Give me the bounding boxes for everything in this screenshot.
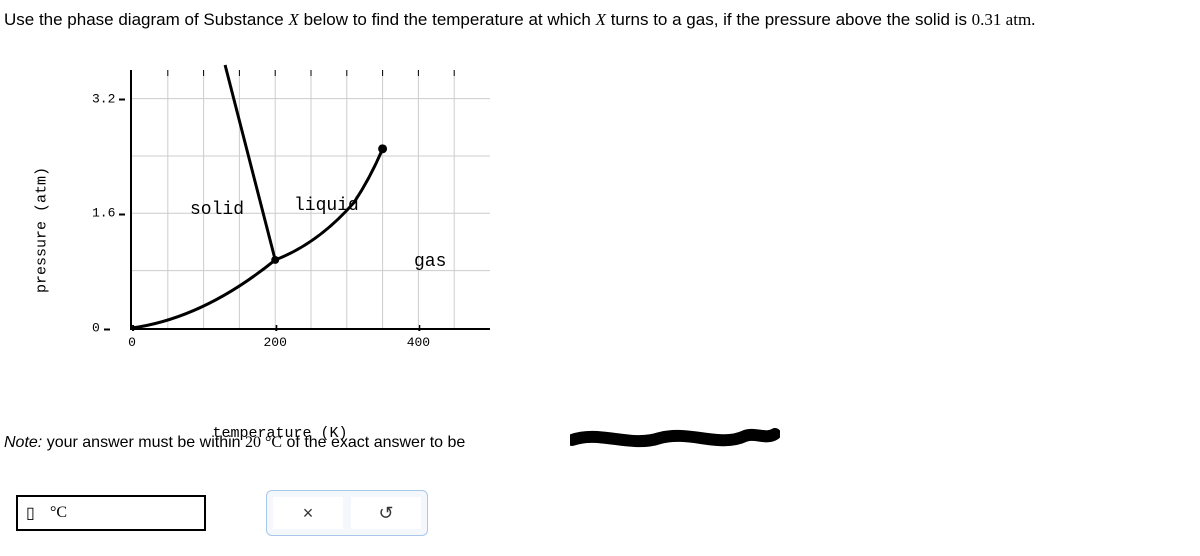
note-before: your answer must be within	[42, 434, 245, 451]
clear-button[interactable]: ×	[273, 497, 343, 529]
region-gas: gas	[414, 252, 446, 272]
answer-row: °C × ↺	[16, 490, 428, 536]
note-text: Note: your answer must be within 20 °C o…	[4, 434, 465, 452]
undo-icon: ↺	[378, 503, 393, 524]
xtick-1: 200	[263, 335, 286, 350]
button-group: × ↺	[266, 490, 428, 536]
q-var2: X	[596, 10, 606, 29]
note-after: of the exact answer to be	[282, 434, 465, 451]
answer-box: °C	[16, 495, 206, 531]
region-liquid: liquid	[294, 196, 359, 216]
xtick-0: 0	[128, 335, 136, 350]
q-unit: atm.	[1001, 10, 1035, 29]
note-tol-unit: °C	[261, 434, 282, 451]
q-var1: X	[288, 10, 298, 29]
phase-diagram: pressure (atm) 0 1.6 3.2 0 200 400	[60, 60, 500, 400]
answer-unit: °C	[50, 504, 67, 522]
q-prefix: Use the phase diagram of Substance	[4, 10, 288, 29]
y-axis-label: pressure (atm)	[34, 167, 51, 293]
x-icon: ×	[303, 503, 314, 524]
solid-liquid-curve	[225, 65, 275, 260]
note-label: Note:	[4, 434, 42, 451]
answer-input[interactable]	[26, 504, 50, 522]
q-mid1: below to find the temperature at which	[299, 10, 596, 29]
q-value: 0.31	[972, 10, 1002, 29]
question-text: Use the phase diagram of Substance X bel…	[0, 0, 1200, 40]
xtick-2: 400	[407, 335, 430, 350]
ytick-0: 0	[92, 321, 100, 336]
triple-point	[271, 256, 279, 264]
region-solid: solid	[190, 200, 244, 220]
ytick-1: 1.6	[92, 206, 115, 221]
redaction-scribble	[570, 428, 780, 450]
plot-area: 0 1.6 3.2 0 200 400	[130, 70, 490, 330]
ytick-2: 3.2	[92, 91, 115, 106]
critical-point	[378, 144, 387, 153]
q-mid2: turns to a gas, if the pressure above th…	[606, 10, 972, 29]
note-tol: 20	[245, 434, 261, 451]
reset-button[interactable]: ↺	[351, 497, 421, 529]
